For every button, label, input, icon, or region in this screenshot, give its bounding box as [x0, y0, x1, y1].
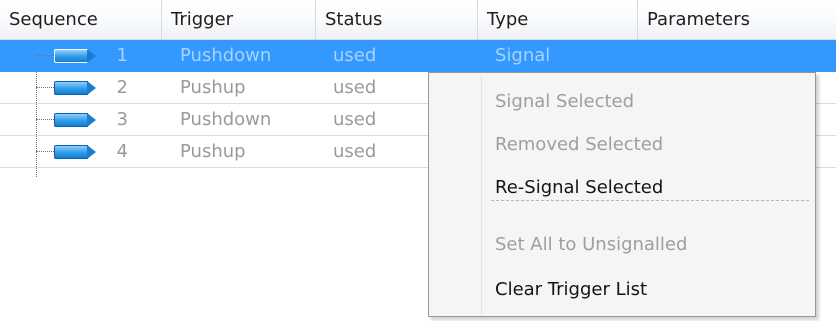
menu-item-signal-selected[interactable]: Signal Selected: [495, 85, 634, 119]
column-header: Sequence Trigger Status Type Parameters: [0, 0, 836, 40]
tree-connector-branch: [36, 119, 54, 120]
status-cell: used: [333, 141, 377, 162]
menu-separator: [491, 200, 809, 201]
menu-item-removed-selected[interactable]: Removed Selected: [495, 128, 663, 162]
blue-tag-icon: [54, 81, 96, 95]
column-header-status[interactable]: Status: [316, 0, 478, 39]
status-cell: used: [333, 109, 377, 130]
trigger-cell: Pushup: [180, 141, 246, 162]
tree-connector-branch: [36, 55, 54, 56]
column-header-type[interactable]: Type: [478, 0, 638, 39]
column-header-parameters[interactable]: Parameters: [638, 0, 836, 39]
trigger-cell: Pushdown: [180, 45, 272, 66]
menu-icon-gutter: [481, 75, 482, 314]
tree-connector-branch: [36, 87, 54, 88]
menu-item-clear-trigger-list[interactable]: Clear Trigger List: [495, 273, 647, 307]
trigger-cell: Pushdown: [180, 109, 272, 130]
sequence-cell: 4: [116, 141, 128, 162]
column-header-sequence[interactable]: Sequence: [0, 0, 162, 39]
blue-tag-icon: [54, 49, 96, 63]
type-cell: Signal: [495, 45, 551, 66]
context-menu: Signal Selected Removed Selected Re-Sign…: [428, 72, 816, 317]
tree-connector-branch: [36, 151, 54, 152]
sequence-cell: 3: [116, 109, 128, 130]
column-header-trigger[interactable]: Trigger: [162, 0, 316, 39]
blue-tag-icon: [54, 113, 96, 127]
sequence-cell: 1: [116, 45, 128, 66]
menu-item-set-all-to-unsignalled[interactable]: Set All to Unsignalled: [495, 228, 687, 262]
trigger-cell: Pushup: [180, 77, 246, 98]
status-cell: used: [333, 77, 377, 98]
status-cell: used: [333, 45, 377, 66]
sequence-cell: 2: [116, 77, 128, 98]
table-row[interactable]: 1 Pushdown used Signal: [0, 40, 836, 72]
blue-tag-icon: [54, 145, 96, 159]
